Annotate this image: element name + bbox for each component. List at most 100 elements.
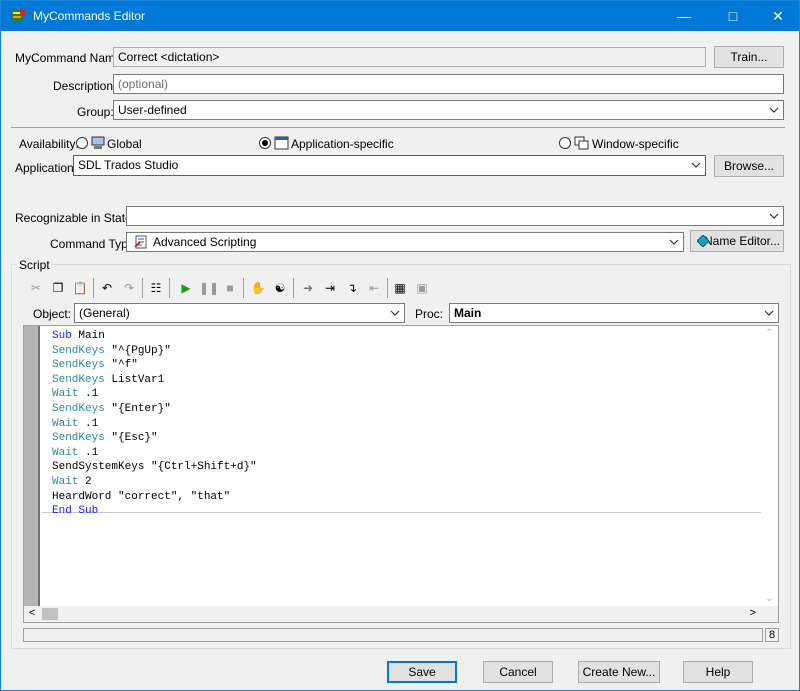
group-label: Group: — [77, 105, 114, 119]
close-button[interactable]: ✕ — [755, 1, 799, 31]
code-line: End Sub — [52, 505, 99, 518]
copy-icon[interactable]: ❐ — [49, 279, 67, 297]
train-button[interactable]: Train... — [714, 46, 784, 68]
code-line: Wait .1 — [52, 388, 99, 401]
step-into-icon[interactable]: ⇥ — [321, 279, 339, 297]
availability-application-radio[interactable] — [259, 137, 271, 149]
divider — [11, 127, 785, 128]
name-editor-button[interactable]: Name Editor... — [690, 230, 784, 252]
script-group-label: Script — [17, 258, 52, 272]
step-icon[interactable]: ➜ — [299, 279, 317, 297]
horizontal-scroll-thumb[interactable] — [42, 608, 58, 620]
browse-object-icon[interactable]: ▣ — [413, 279, 431, 297]
mycommands-app-icon — [11, 9, 25, 22]
application-combo[interactable]: SDL Trados Studio — [73, 155, 706, 176]
browse-button[interactable]: Browse... — [714, 155, 784, 177]
script-toolbar: ✂ ❐ 📋 ↶ ↷ ☷ ▶ ❚❚ ■ ✋ ☯ ➜ ⇥ ↴ ⇤ ▦ ▣ — [23, 276, 435, 300]
scroll-down-icon[interactable]: ⌄ — [765, 593, 773, 604]
mycommand-name-field[interactable]: Correct <dictation> — [113, 47, 706, 67]
states-combo[interactable] — [126, 206, 784, 226]
code-line: SendKeys ListVar1 — [52, 373, 165, 386]
title-bar: MyCommands Editor — □ ✕ — [1, 1, 799, 31]
code-text[interactable]: Sub Main SendKeys "^{PgUp}" SendKeys "^f" S… — [52, 329, 257, 519]
save-button[interactable]: Save — [387, 661, 457, 683]
availability-global-label[interactable]: Global — [107, 137, 142, 151]
step-out-icon[interactable]: ⇤ — [365, 279, 383, 297]
code-line: SendKeys "^{PgUp}" — [52, 344, 171, 357]
chevron-down-icon[interactable] — [767, 209, 781, 223]
command-type-combo[interactable]: Advanced Scripting — [126, 232, 684, 252]
chevron-down-icon[interactable] — [767, 103, 781, 117]
availability-global-radio[interactable] — [76, 137, 88, 149]
glasses-icon[interactable]: ☯ — [271, 279, 289, 297]
code-line: SendKeys "{Esc}" — [52, 432, 158, 445]
cancel-button[interactable]: Cancel — [483, 661, 553, 683]
availability-application-label[interactable]: Application-specific — [291, 137, 394, 151]
application-label: Application: — [15, 161, 78, 175]
window-title: MyCommands Editor — [33, 9, 146, 23]
code-line: SendKeys "^f" — [52, 359, 138, 372]
description-label: Description: — [53, 79, 117, 93]
cut-icon[interactable]: ✂ — [27, 279, 45, 297]
mycommands-editor-window: MyCommands Editor — □ ✕ MyCommand Name: … — [0, 0, 800, 691]
stop-icon[interactable]: ■ — [221, 279, 239, 297]
breakpoint-gutter[interactable] — [24, 326, 40, 608]
script-icon — [134, 235, 147, 249]
minimize-icon: — — [677, 8, 691, 24]
step-over-icon[interactable]: ↴ — [343, 279, 361, 297]
code-line: Wait 2 — [52, 475, 92, 488]
scroll-right-icon[interactable]: > — [750, 607, 756, 619]
code-line: Sub Main — [52, 330, 105, 342]
availability-label: Availability: — [19, 137, 79, 151]
chevron-down-icon[interactable] — [762, 306, 776, 320]
states-label: Recognizable in States: — [15, 211, 142, 225]
code-line: SendKeys "{Enter}" — [52, 402, 171, 415]
paste-icon[interactable]: 📋 — [71, 279, 89, 297]
group-combo[interactable]: User-defined — [113, 100, 784, 120]
script-editor[interactable]: Sub Main SendKeys "^{PgUp}" SendKeys "^f" S… — [23, 325, 779, 623]
hand-icon[interactable]: ✋ — [249, 279, 267, 297]
object-value: (General) — [79, 306, 130, 320]
maximize-icon: □ — [728, 8, 738, 24]
object-combo[interactable]: (General) — [74, 303, 405, 323]
proc-value: Main — [454, 306, 482, 320]
help-button[interactable]: Help — [683, 661, 753, 683]
maximize-button[interactable]: □ — [710, 1, 756, 31]
command-type-value: Advanced Scripting — [153, 235, 257, 249]
code-line: Wait .1 — [52, 446, 99, 459]
availability-window-label[interactable]: Window-specific — [592, 137, 679, 151]
scroll-up-icon[interactable]: ⌃ — [765, 328, 773, 339]
create-new-button[interactable]: Create New... — [578, 661, 660, 683]
diamond-icon — [697, 235, 709, 247]
line-number-indicator: 8 — [765, 628, 779, 642]
close-icon: ✕ — [772, 8, 784, 24]
code-line: Wait .1 — [52, 417, 99, 430]
scroll-left-icon[interactable]: < — [29, 607, 35, 619]
vertical-scrollbar[interactable]: ⌃ ⌄ — [761, 326, 778, 608]
minimize-button[interactable]: — — [661, 1, 707, 31]
mycommand-name-label: MyCommand Name: — [15, 51, 126, 65]
watch-window-icon[interactable]: ▦ — [391, 279, 409, 297]
pause-icon[interactable]: ❚❚ — [199, 279, 219, 297]
windows-icon — [574, 136, 589, 150]
chevron-down-icon[interactable] — [689, 158, 703, 172]
proc-label: Proc: — [415, 307, 444, 321]
object-label: Object: — [33, 307, 72, 321]
description-field[interactable]: (optional) — [113, 74, 784, 94]
chevron-down-icon[interactable] — [388, 306, 402, 320]
dialog-editor-icon[interactable]: ☷ — [147, 279, 165, 297]
code-line: SendSystemKeys "{Ctrl+Shift+d}" — [52, 461, 257, 474]
command-type-label: Command Type: — [50, 237, 138, 251]
redo-icon[interactable]: ↷ — [120, 279, 138, 297]
application-value: SDL Trados Studio — [78, 158, 179, 172]
proc-combo[interactable]: Main — [449, 303, 779, 323]
undo-icon[interactable]: ↶ — [98, 279, 116, 297]
run-icon[interactable]: ▶ — [177, 279, 195, 297]
horizontal-scrollbar[interactable]: < > — [24, 606, 778, 622]
chevron-down-icon[interactable] — [667, 235, 681, 249]
computer-icon — [91, 136, 105, 149]
group-value: User-defined — [118, 103, 187, 117]
availability-window-radio[interactable] — [559, 137, 571, 149]
name-editor-label: Name Editor... — [703, 234, 781, 248]
code-line: HeardWord "correct", "that" — [52, 490, 231, 503]
